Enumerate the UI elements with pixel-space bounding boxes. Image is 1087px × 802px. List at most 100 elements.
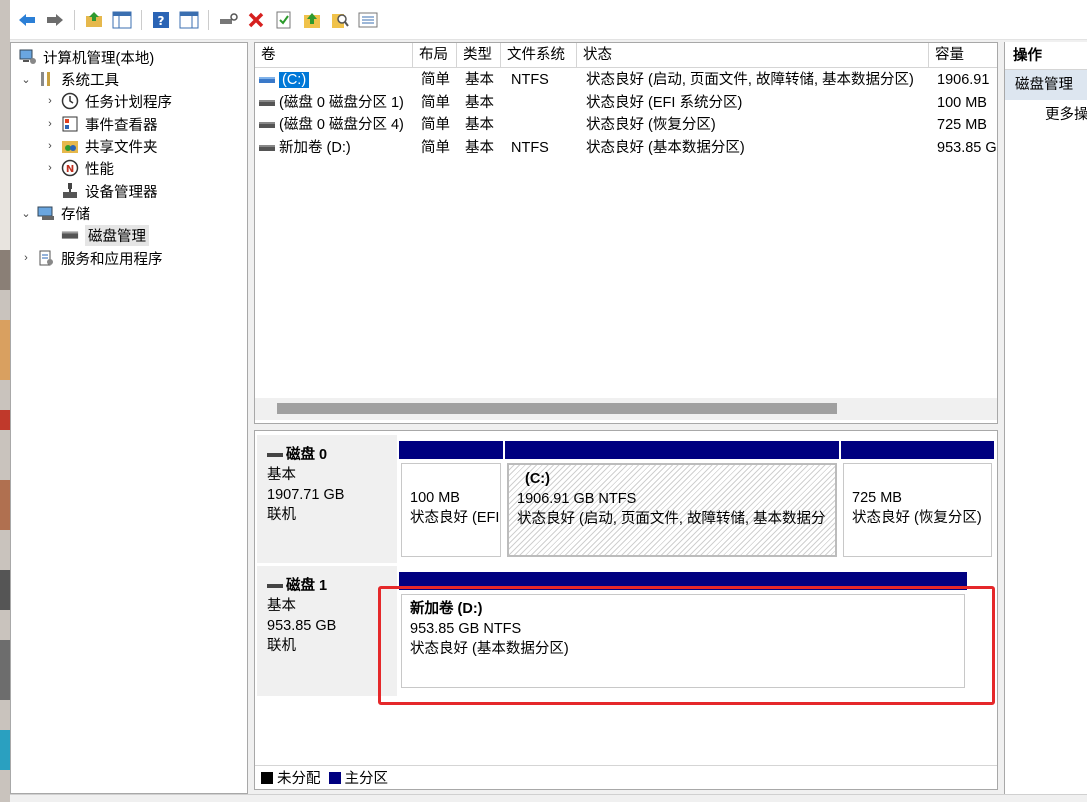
column-header-capacity[interactable]: 容量 bbox=[929, 43, 997, 68]
tree-label: 设备管理器 bbox=[85, 184, 158, 201]
primary-swatch bbox=[328, 771, 341, 784]
disk-type: 基本 bbox=[267, 598, 296, 614]
volume-layout: 简单 bbox=[421, 72, 450, 88]
tree-item-storage[interactable]: ⌄ 存储 bbox=[19, 202, 90, 224]
actions-title: 操作 bbox=[1005, 42, 1087, 70]
volume-name: (磁盘 0 磁盘分区 4) bbox=[279, 117, 404, 133]
partition-efi[interactable]: 100 MB 状态良好 (EFI bbox=[399, 441, 503, 559]
volume-capacity: 100 MB bbox=[937, 95, 987, 111]
tree-item-performance[interactable]: › N 性能 bbox=[43, 157, 114, 179]
partition-name: (C:) bbox=[525, 471, 550, 487]
column-header-volume[interactable]: 卷 bbox=[255, 43, 413, 68]
volume-layout: 简单 bbox=[421, 95, 450, 111]
tree-item-services-apps[interactable]: › 服务和应用程序 bbox=[19, 247, 163, 269]
navigation-tree: 计算机管理(本地) ⌄ 系统工具 › 任务计划程序 › 事件查看器 › 共享文件… bbox=[10, 42, 248, 794]
help-icon[interactable]: ? bbox=[150, 9, 172, 31]
column-header-status[interactable]: 状态 bbox=[577, 43, 929, 68]
disk-management-icon bbox=[61, 226, 79, 244]
folder-up-icon[interactable] bbox=[301, 9, 323, 31]
volume-type: 基本 bbox=[465, 95, 494, 111]
actions-disk-management[interactable]: 磁盘管理 bbox=[1005, 70, 1087, 100]
show-hide-action-icon[interactable] bbox=[178, 9, 200, 31]
volume-type: 基本 bbox=[465, 117, 494, 133]
tree-item-shared-folders[interactable]: › 共享文件夹 bbox=[43, 135, 157, 157]
list-view-icon[interactable] bbox=[357, 9, 379, 31]
event-viewer-icon bbox=[61, 115, 79, 133]
partition-bar bbox=[505, 441, 839, 459]
connect-drive-icon[interactable] bbox=[217, 9, 239, 31]
tools-icon bbox=[37, 70, 55, 88]
services-icon bbox=[37, 249, 55, 267]
volume-type: 基本 bbox=[465, 72, 494, 88]
scrollbar-thumb[interactable] bbox=[277, 403, 837, 414]
tree-label: 磁盘管理 bbox=[85, 224, 149, 246]
forward-icon[interactable] bbox=[44, 9, 66, 31]
performance-icon: N bbox=[61, 159, 79, 177]
up-folder-icon[interactable] bbox=[83, 9, 105, 31]
properties-icon[interactable] bbox=[273, 9, 295, 31]
delete-icon[interactable] bbox=[245, 9, 267, 31]
show-hide-tree-icon[interactable] bbox=[111, 9, 133, 31]
tree-label: 任务计划程序 bbox=[85, 94, 172, 111]
volume-capacity: 725 MB bbox=[937, 117, 987, 133]
volume-icon bbox=[259, 77, 275, 84]
actions-more[interactable]: 更多操 bbox=[1005, 100, 1087, 130]
chevron-right-icon[interactable]: › bbox=[43, 140, 57, 152]
column-header-filesystem[interactable]: 文件系统 bbox=[501, 43, 577, 68]
svg-text:N: N bbox=[66, 164, 74, 175]
horizontal-scrollbar[interactable] bbox=[255, 398, 997, 420]
partition-recovery[interactable]: 725 MB 状态良好 (恢复分区) bbox=[841, 441, 994, 559]
tree-item-task-scheduler[interactable]: › 任务计划程序 bbox=[43, 90, 172, 112]
shared-folder-icon bbox=[61, 137, 79, 155]
table-row[interactable]: (C:) 简单 基本 NTFS 状态良好 (启动, 页面文件, 故障转储, 基本… bbox=[255, 69, 997, 91]
disk-name: 磁盘 0 bbox=[286, 447, 328, 463]
disk-size: 1907.71 GB bbox=[267, 487, 345, 503]
tree-item-event-viewer[interactable]: › 事件查看器 bbox=[43, 113, 158, 135]
tree-item-device-manager[interactable]: 设备管理器 bbox=[57, 180, 158, 202]
chevron-right-icon[interactable]: › bbox=[43, 162, 57, 174]
volume-list: 卷 布局 类型 文件系统 状态 容量 (C:) 简单 基本 NTFS 状态良好 … bbox=[254, 42, 998, 424]
partition-bar bbox=[399, 441, 503, 459]
partition-status: 状态良好 (EFI bbox=[410, 510, 500, 526]
column-header-type[interactable]: 类型 bbox=[457, 43, 501, 68]
table-row[interactable]: 新加卷 (D:) 简单 基本 NTFS 状态良好 (基本数据分区) 953.85… bbox=[255, 137, 997, 159]
disk-1-info[interactable]: 磁盘 1 基本 953.85 GB 联机 bbox=[257, 566, 397, 696]
partition-c[interactable]: (C:) 1906.91 GB NTFS 状态良好 (启动, 页面文件, 故障转… bbox=[505, 441, 839, 559]
computer-management-icon bbox=[19, 48, 37, 66]
status-bar bbox=[10, 794, 1087, 802]
device-manager-icon bbox=[61, 182, 79, 200]
chevron-down-icon[interactable]: ⌄ bbox=[19, 207, 33, 220]
tree-item-system-tools[interactable]: ⌄ 系统工具 bbox=[19, 68, 119, 90]
legend-primary: 主分区 bbox=[344, 771, 389, 787]
volume-status: 状态良好 (EFI 系统分区) bbox=[586, 95, 743, 111]
volume-icon bbox=[259, 100, 275, 107]
tree-label: 存储 bbox=[61, 206, 90, 223]
tree-label: 服务和应用程序 bbox=[61, 251, 163, 268]
volume-name: 新加卷 (D:) bbox=[279, 140, 351, 156]
tree-label: 事件查看器 bbox=[85, 117, 158, 134]
chevron-right-icon[interactable]: › bbox=[19, 252, 33, 264]
toolbar-separator bbox=[141, 9, 142, 30]
table-row[interactable]: (磁盘 0 磁盘分区 4) 简单 基本 状态良好 (恢复分区) 725 MB bbox=[255, 114, 997, 136]
unallocated-swatch bbox=[261, 771, 273, 784]
disk-state: 联机 bbox=[267, 638, 296, 654]
chevron-right-icon[interactable]: › bbox=[43, 95, 57, 107]
chevron-down-icon[interactable]: ⌄ bbox=[19, 73, 33, 86]
toolbar: ? bbox=[10, 0, 1087, 40]
search-icon[interactable] bbox=[329, 9, 351, 31]
toolbar-separator bbox=[74, 9, 75, 30]
volume-icon bbox=[259, 145, 275, 152]
column-header-layout[interactable]: 布局 bbox=[413, 43, 457, 68]
disk-0-info[interactable]: 磁盘 0 基本 1907.71 GB 联机 bbox=[257, 435, 397, 563]
tree-label: 系统工具 bbox=[61, 72, 119, 89]
back-icon[interactable] bbox=[16, 9, 38, 31]
chevron-right-icon[interactable]: › bbox=[43, 118, 57, 130]
disk-graphical-view: 磁盘 0 基本 1907.71 GB 联机 100 MB 状态良好 (EFI (… bbox=[254, 430, 998, 790]
partition-status: 状态良好 (启动, 页面文件, 故障转储, 基本数据分 bbox=[517, 511, 826, 527]
tree-label: 计算机管理(本地) bbox=[43, 50, 155, 67]
table-row[interactable]: (磁盘 0 磁盘分区 1) 简单 基本 状态良好 (EFI 系统分区) 100 … bbox=[255, 92, 997, 114]
partition-size: 1906.91 GB NTFS bbox=[517, 491, 637, 507]
tree-item-computer-management[interactable]: 计算机管理(本地) bbox=[15, 46, 154, 68]
volume-name: (磁盘 0 磁盘分区 1) bbox=[279, 95, 404, 111]
tree-item-disk-management[interactable]: 磁盘管理 bbox=[57, 224, 149, 246]
